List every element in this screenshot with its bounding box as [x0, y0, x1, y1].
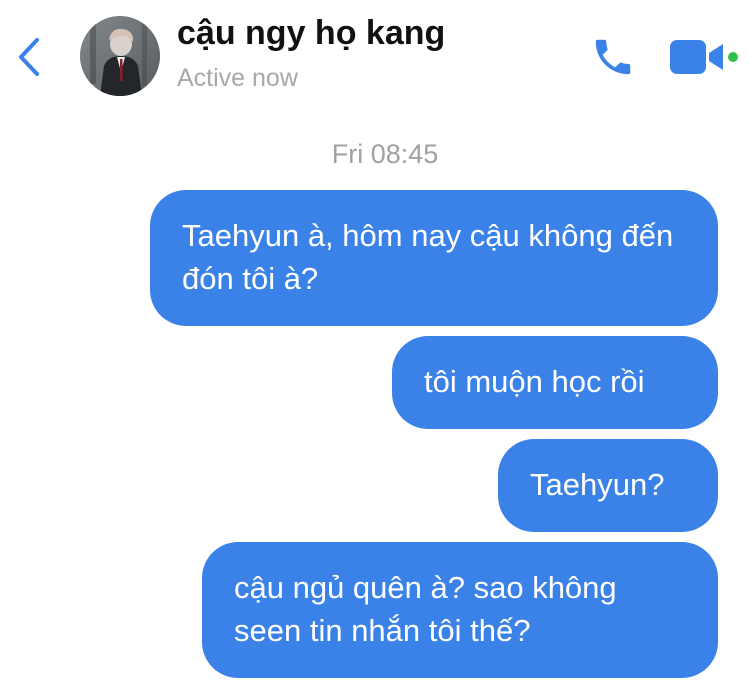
message-bubble[interactable]: Taehyun? [498, 439, 718, 532]
contact-name[interactable]: cậu ngy họ kang [177, 14, 445, 53]
active-status: Active now [177, 64, 298, 92]
chat-header: cậu ngy họ kang Active now [0, 0, 750, 110]
profile-photo [80, 16, 160, 96]
chevron-left-icon [19, 38, 39, 76]
avatar[interactable] [80, 16, 160, 96]
message-timestamp: Fri 08:45 [331, 139, 439, 169]
video-camera-icon [670, 40, 738, 74]
video-call-button[interactable] [668, 36, 742, 78]
back-button[interactable] [14, 34, 48, 80]
message-bubble[interactable]: tôi muộn học rồi [392, 336, 718, 429]
message-bubble[interactable]: cậu ngủ quên à? sao không seen tin nhắn … [202, 542, 718, 678]
voice-call-button[interactable] [590, 34, 636, 80]
phone-icon [595, 39, 631, 75]
message-bubble[interactable]: Taehyun à, hôm nay cậu không đến đón tôi… [150, 190, 718, 326]
